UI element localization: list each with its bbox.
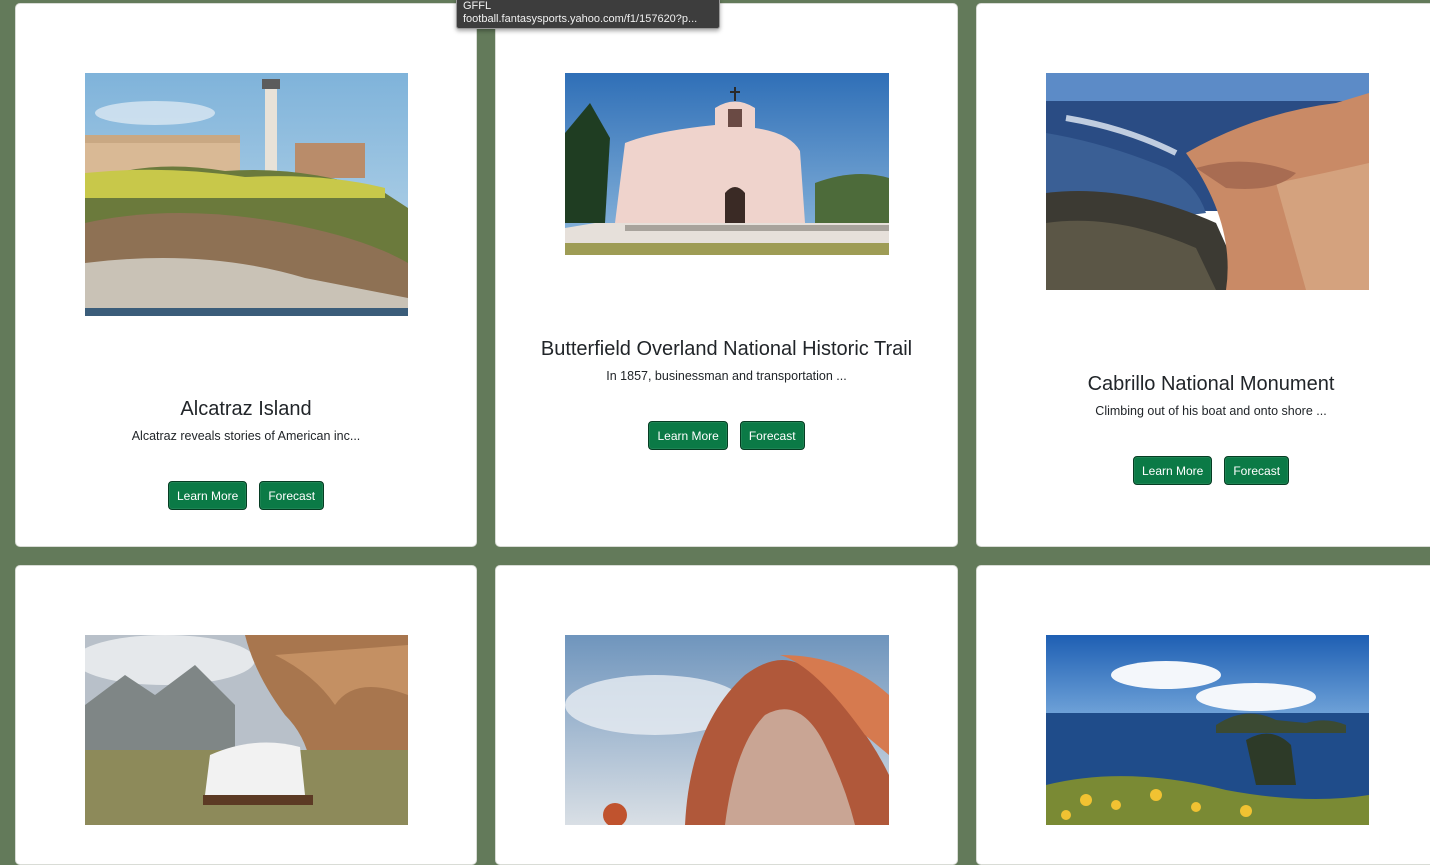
park-title: Butterfield Overland National Historic T… xyxy=(540,338,913,360)
park-title: Cabrillo National Monument xyxy=(1087,373,1335,395)
tooltip-url: football.fantasysports.yahoo.com/f1/1576… xyxy=(463,13,698,25)
park-title: Alcatraz Island xyxy=(180,398,312,420)
park-description: Climbing out of his boat and onto shore … xyxy=(1095,404,1327,418)
park-card-alcatraz: Alcatraz Island Alcatraz reveals stories… xyxy=(15,3,477,547)
link-tooltip: GFFL football.fantasysports.yahoo.com/f1… xyxy=(456,0,720,29)
park-photo-butterfield xyxy=(565,73,889,255)
learn-more-button[interactable]: Learn More xyxy=(167,481,248,510)
park-description: Alcatraz reveals stories of American inc… xyxy=(131,429,361,443)
park-card-rock xyxy=(495,565,958,865)
park-card-butterfield: Butterfield Overland National Historic T… xyxy=(495,3,958,547)
park-card-cabrillo: Cabrillo National Monument Climbing out … xyxy=(976,3,1430,547)
tooltip-title: GFFL xyxy=(463,0,492,12)
park-card-islands xyxy=(976,565,1430,865)
forecast-button[interactable]: Forecast xyxy=(1224,456,1290,485)
forecast-button[interactable]: Forecast xyxy=(259,481,325,510)
park-description: In 1857, businessman and transportation … xyxy=(606,369,847,383)
park-photo-islands xyxy=(1046,635,1369,825)
park-photo-rock xyxy=(565,635,889,825)
park-card-wagon xyxy=(15,565,477,865)
park-photo-wagon xyxy=(85,635,408,825)
forecast-button[interactable]: Forecast xyxy=(739,421,805,450)
learn-more-button[interactable]: Learn More xyxy=(1132,456,1213,485)
park-photo-cabrillo xyxy=(1046,73,1369,290)
park-photo-alcatraz xyxy=(85,73,408,316)
learn-more-button[interactable]: Learn More xyxy=(648,421,728,450)
